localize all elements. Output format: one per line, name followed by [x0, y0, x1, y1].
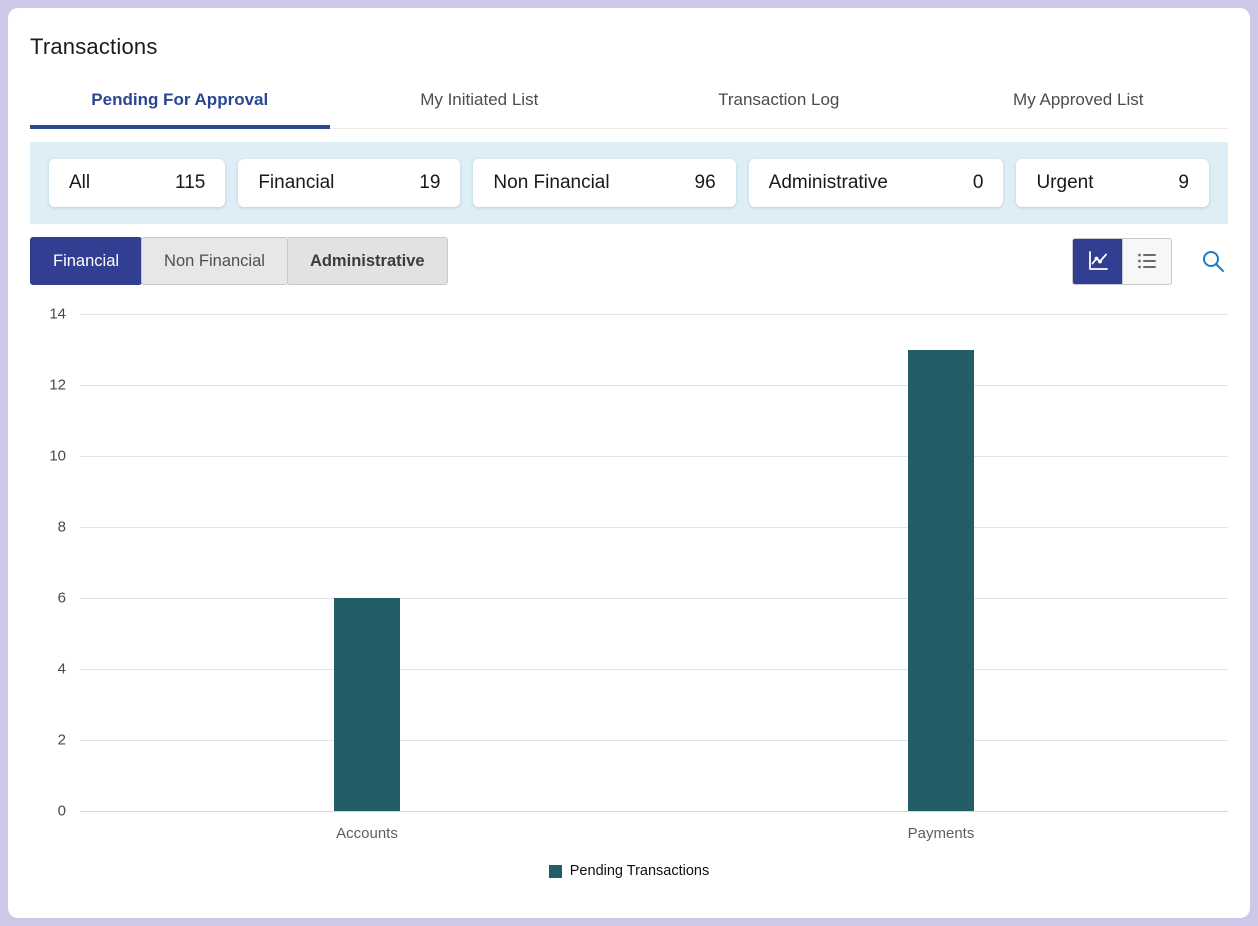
filter-count: 115 — [175, 172, 205, 194]
segment-administrative[interactable]: Administrative — [287, 237, 448, 285]
y-tick-label: 2 — [58, 732, 66, 749]
list-view-button[interactable] — [1122, 239, 1171, 284]
segment-financial[interactable]: Financial — [30, 237, 142, 285]
line-chart-icon — [1086, 249, 1110, 273]
legend-label: Pending Transactions — [570, 863, 709, 879]
search-button[interactable] — [1198, 246, 1228, 276]
toolbar-right-group — [1072, 238, 1228, 285]
tab-pending-for-approval[interactable]: Pending For Approval — [30, 78, 330, 128]
transactions-card: Transactions Pending For Approval My Ini… — [8, 8, 1250, 918]
filter-pill-urgent[interactable]: Urgent 9 — [1016, 159, 1209, 207]
filter-summary-band: All 115 Financial 19 Non Financial 96 Ad… — [30, 142, 1228, 224]
y-tick-label: 0 — [58, 803, 66, 820]
filter-pill-administrative[interactable]: Administrative 0 — [749, 159, 1004, 207]
chart-view-button[interactable] — [1073, 239, 1122, 284]
tab-label: Transaction Log — [718, 90, 839, 109]
filter-label: Financial — [258, 172, 334, 194]
filter-count: 96 — [695, 172, 716, 194]
y-tick-label: 8 — [58, 519, 66, 536]
tab-label: My Approved List — [1013, 90, 1143, 109]
segment-non-financial[interactable]: Non Financial — [141, 237, 288, 285]
tab-my-initiated-list[interactable]: My Initiated List — [330, 78, 630, 128]
pending-transactions-chart: 02468101214AccountsPayments Pending Tran… — [30, 314, 1228, 879]
tab-label: Pending For Approval — [91, 90, 268, 109]
y-tick-label: 10 — [49, 448, 66, 465]
tab-my-approved-list[interactable]: My Approved List — [929, 78, 1229, 128]
filter-label: Urgent — [1036, 172, 1093, 194]
x-label-accounts: Accounts — [336, 825, 398, 842]
gridline — [80, 385, 1228, 386]
filter-pill-non-financial[interactable]: Non Financial 96 — [473, 159, 735, 207]
filter-count: 19 — [419, 172, 440, 194]
x-label-payments: Payments — [908, 825, 975, 842]
chart-plot-area: 02468101214AccountsPayments — [80, 314, 1228, 811]
filter-label: All — [69, 172, 90, 194]
chart-legend: Pending Transactions — [30, 863, 1228, 879]
list-icon — [1135, 249, 1159, 273]
chart-toolbar: Financial Non Financial Administrative — [30, 237, 1228, 285]
filter-count: 9 — [1178, 172, 1189, 194]
gridline — [80, 314, 1228, 315]
legend-swatch — [549, 865, 562, 878]
y-tick-label: 12 — [49, 377, 66, 394]
gridline — [80, 669, 1228, 670]
filter-pill-financial[interactable]: Financial 19 — [238, 159, 460, 207]
tab-label: My Initiated List — [420, 90, 538, 109]
page-background: Transactions Pending For Approval My Ini… — [0, 0, 1258, 926]
gridline — [80, 740, 1228, 741]
search-icon — [1200, 248, 1226, 274]
y-tick-label: 14 — [49, 306, 66, 323]
bar-accounts[interactable] — [334, 598, 400, 811]
view-toggle-group — [1072, 238, 1172, 285]
filter-label: Non Financial — [493, 172, 609, 194]
y-tick-label: 4 — [58, 661, 66, 678]
tab-bar: Pending For Approval My Initiated List T… — [30, 78, 1228, 129]
category-segmented-control: Financial Non Financial Administrative — [30, 237, 448, 285]
tab-transaction-log[interactable]: Transaction Log — [629, 78, 929, 128]
filter-label: Administrative — [769, 172, 888, 194]
gridline — [80, 527, 1228, 528]
gridline — [80, 598, 1228, 599]
gridline — [80, 811, 1228, 812]
gridline — [80, 456, 1228, 457]
y-tick-label: 6 — [58, 590, 66, 607]
filter-pill-all[interactable]: All 115 — [49, 159, 225, 207]
filter-count: 0 — [973, 172, 984, 194]
bar-payments[interactable] — [908, 350, 974, 812]
page-title: Transactions — [30, 8, 1228, 60]
